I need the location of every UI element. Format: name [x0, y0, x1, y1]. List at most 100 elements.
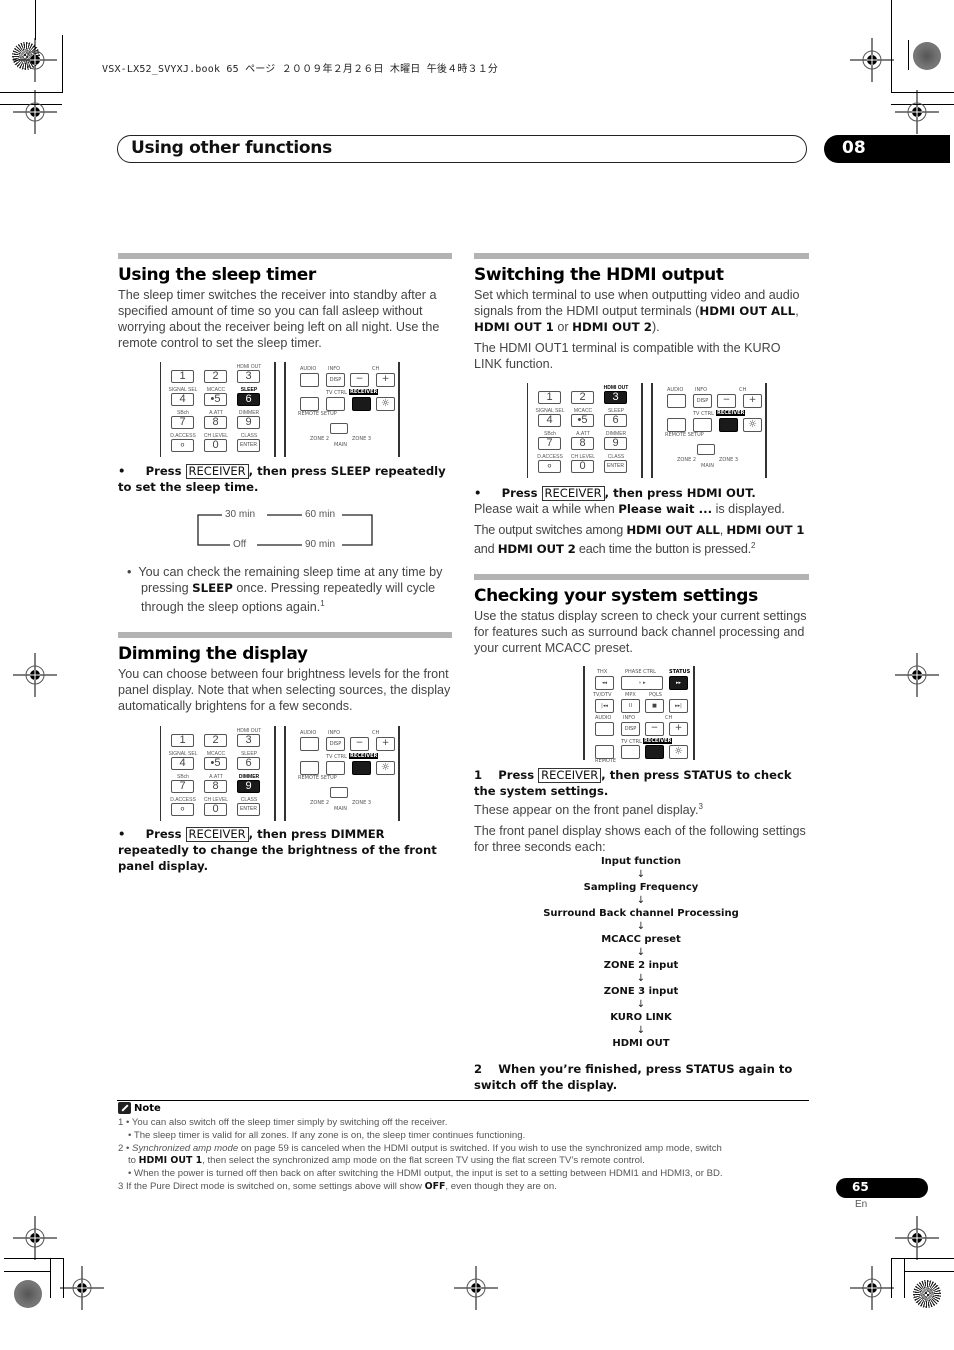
- flow-arrow-icon: ↓: [636, 921, 646, 932]
- flow-item: Input function: [600, 856, 682, 867]
- remote-key-8: 8: [204, 416, 227, 429]
- registration-crosshair-icon: [850, 1266, 894, 1310]
- remote-key-x5: •5: [571, 414, 594, 427]
- flow-item: Surround Back channel Processing: [543, 908, 739, 919]
- disp-key: DISP: [326, 373, 345, 387]
- remote-key-ENTER: ENTER: [237, 439, 260, 452]
- step-instruction: 2 When you’re finished, press STATUS aga…: [474, 1062, 793, 1092]
- remote-key-0: 0: [204, 439, 227, 452]
- step-instruction: • Press RECEIVER, then press HDMI OUT.: [474, 486, 756, 501]
- remote-key-ENTER: ENTER: [604, 460, 627, 473]
- step-instruction: • Press RECEIVER, then press SLEEP repea…: [118, 464, 446, 494]
- remote-setup-key: [667, 418, 686, 432]
- chapter-header: Using other functions: [117, 135, 807, 163]
- cycle-option: 30 min: [222, 509, 259, 520]
- tvctrl-key: [326, 397, 345, 411]
- registration-crosshair-icon: [60, 1266, 104, 1310]
- note-text: , even though they are on.: [445, 1180, 557, 1192]
- shows-note: The front panel display shows each of th…: [474, 824, 806, 855]
- phase-ctrl-label: PHASE CTRL: [625, 669, 656, 675]
- page-number: 65: [852, 1180, 869, 1194]
- status-label: STATUS: [669, 669, 691, 675]
- notes-list: 1 • You can also switch off the sleep ti…: [118, 1117, 818, 1194]
- audio-label: AUDIO: [595, 715, 612, 721]
- remote-key-4: 4: [171, 393, 194, 406]
- flow-item: ZONE 2 input: [603, 960, 679, 971]
- section-heading: Using the sleep timer: [118, 265, 316, 285]
- registration-crosshair-icon: [13, 90, 57, 134]
- remote-number-pad: 1 2 HDMI OUT 3 SIGNAL SEL 4 MCACC •5 SLEEP 6 SBch 7…: [527, 383, 643, 478]
- disp-key: DISP: [693, 394, 712, 408]
- section-heading: Switching the HDMI output: [474, 265, 724, 285]
- remote-control-pad: AUDIO INFO CH DISP − + TV CTRL RECEIVER ☼ REMOTE …: [284, 362, 400, 457]
- remote-setup-key: [300, 761, 319, 775]
- remote-key-x: ∘: [171, 803, 194, 816]
- registration-crosshair-icon: [895, 653, 939, 697]
- note-line: 1 • You can also switch off the sleep ti…: [118, 1117, 818, 1130]
- audio-key: [300, 373, 319, 387]
- cycle-option: 90 min: [302, 539, 339, 550]
- section-bar: [474, 253, 809, 259]
- note-number: 1: [118, 1117, 124, 1128]
- gray-rosette-icon: [14, 1280, 42, 1308]
- switch-note: The output switches among HDMI OUT ALL, …: [474, 523, 805, 557]
- note-bold: OFF: [424, 1180, 446, 1192]
- note-text: to: [128, 1155, 139, 1167]
- flow-arrow-icon: ↓: [636, 947, 646, 958]
- dimmer-step: • Press RECEIVER, then press DIMMER repe…: [118, 826, 452, 874]
- remote-diagram-sleep: 1 2 HDMI OUT 3 SIGNAL SEL 4 MCACC •5 SLEEP 6 SBch 7…: [160, 362, 400, 457]
- remote-control-pad: AUDIO INFO CH DISP − + TV CTRL RECEIVER ☼ REMOTE …: [284, 726, 400, 821]
- ch-label: CH: [665, 715, 673, 721]
- remote-key-3: 3: [237, 734, 260, 747]
- light-key: ☼: [376, 397, 395, 411]
- zone-switch: [330, 423, 348, 434]
- zone3-label: ZONE 3: [352, 800, 372, 806]
- color-rosette-icon: [913, 1280, 941, 1308]
- receiver-key: RECEIVER: [185, 827, 249, 842]
- info-label: INFO: [328, 366, 341, 372]
- flow-arrow-icon: ↓: [636, 999, 646, 1010]
- section-sleep-timer: Using the sleep timer The sleep timer sw…: [118, 253, 452, 351]
- phase-ctrl-key: ∘ ▸: [621, 676, 663, 690]
- remote-key-4: 4: [171, 757, 194, 770]
- receiver-label: RECEIVER: [643, 738, 673, 744]
- step-instruction: 1 Press RECEIVER, then press STATUS to c…: [474, 768, 792, 798]
- chapter-number: 08: [842, 138, 866, 158]
- registration-crosshair-icon: [13, 38, 57, 82]
- audio-key: [667, 394, 686, 408]
- section-heading: Dimming the display: [118, 644, 308, 664]
- audio-key: [595, 722, 614, 736]
- print-file-line: VSX-LX52_SVYXJ.book 65 ページ ２００９年２月２６日 木曜…: [102, 64, 499, 75]
- remote-key-1: 1: [171, 370, 194, 383]
- registration-crosshair-icon: [895, 90, 939, 134]
- cycle-option: 60 min: [302, 509, 339, 520]
- remote-setup-key: [300, 397, 319, 411]
- hdmi-step: • Press RECEIVER, then press HDMI OUT. P…: [474, 485, 809, 557]
- appear-note: These appear on the front panel display.…: [474, 802, 703, 818]
- ch-plus-key: +: [376, 373, 395, 387]
- pencil-note-icon: [118, 1102, 131, 1114]
- tvctrl-key: [326, 761, 345, 775]
- info-label: INFO: [328, 730, 341, 736]
- sleep-tip: • You can check the remaining sleep time…: [127, 565, 443, 615]
- zone3-label: ZONE 3: [719, 457, 739, 463]
- ch-plus-key: +: [743, 394, 762, 408]
- section-intro: The sleep timer switches the receiver in…: [118, 288, 440, 350]
- page-language: En: [855, 1199, 868, 1210]
- tvctrl-label: TV CTRL: [326, 390, 347, 396]
- main-label: MAIN: [334, 442, 347, 448]
- receiver-key: RECEIVER: [538, 768, 602, 783]
- remote-key-9: 9: [604, 437, 627, 450]
- thx-label: THX: [597, 669, 608, 675]
- audio-label: AUDIO: [667, 387, 684, 393]
- remote-key-0: 0: [204, 803, 227, 816]
- note-italic: Synchronized amp mode: [132, 1142, 239, 1154]
- section-hdmi: Switching the HDMI output Set which term…: [474, 253, 809, 372]
- ch-plus-key: +: [376, 737, 395, 751]
- zone-switch: [330, 787, 348, 798]
- remote-key-8: 8: [571, 437, 594, 450]
- status-step-1: 1 Press RECEIVER, then press STATUS to c…: [474, 767, 809, 855]
- ch-minus-key: −: [717, 394, 736, 408]
- remote-key-x5: •5: [204, 757, 227, 770]
- remote-setup-label: REMOTE SETUP: [298, 775, 337, 781]
